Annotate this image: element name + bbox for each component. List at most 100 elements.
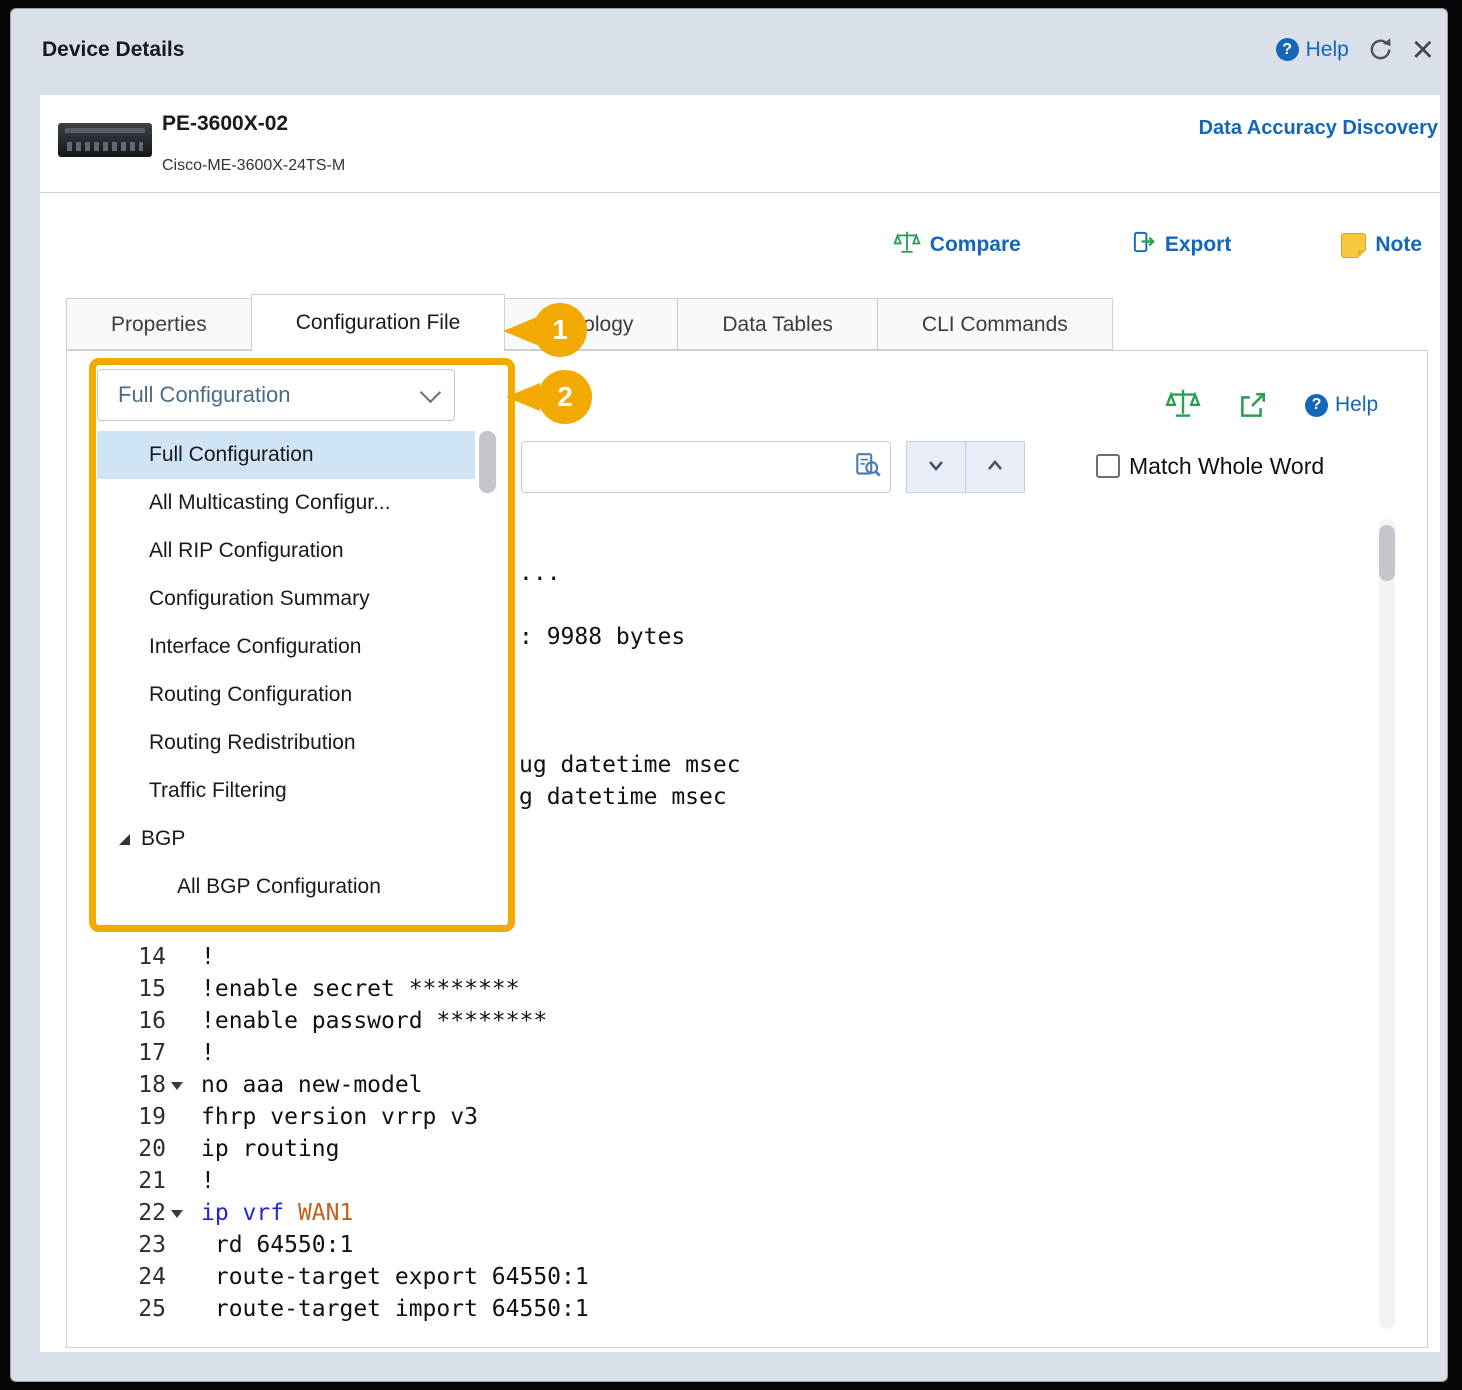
- find-in-page-icon[interactable]: [853, 451, 883, 481]
- fold-arrow-icon[interactable]: [168, 1197, 186, 1229]
- dropdown-option-label: All Multicasting Configur...: [149, 479, 391, 527]
- config-scope-dropdown[interactable]: Full Configuration: [97, 369, 455, 421]
- line-number: 24: [138, 1261, 166, 1293]
- dropdown-option[interactable]: Full Configuration: [97, 431, 475, 479]
- dropdown-option[interactable]: Configuration Summary: [97, 575, 475, 623]
- compare-button[interactable]: Compare: [893, 228, 1021, 262]
- dialog-title: Device Details: [42, 38, 184, 62]
- dropdown-option-label: Full Configuration: [149, 431, 314, 479]
- close-icon[interactable]: ×: [1412, 37, 1434, 63]
- code-text: ip routing: [196, 1133, 339, 1165]
- dropdown-scrollbar-thumb[interactable]: [479, 431, 496, 493]
- code-scrollbar-thumb[interactable]: [1379, 525, 1395, 581]
- line-number-gutter: 18: [96, 1069, 196, 1101]
- callout-step-1: 1: [533, 303, 587, 357]
- line-number-gutter: 23: [96, 1229, 196, 1261]
- tab-data-tables[interactable]: Data Tables: [677, 298, 878, 350]
- help-icon: ?: [1305, 394, 1328, 417]
- code-text: no aaa new-model: [196, 1069, 423, 1101]
- window-help-link[interactable]: ? Help: [1276, 38, 1349, 62]
- callout-tail: [503, 317, 537, 345]
- fold-arrow-icon[interactable]: [168, 1069, 186, 1101]
- refresh-icon[interactable]: [1367, 36, 1394, 63]
- fold-slot: [168, 1133, 186, 1165]
- dropdown-option-label: All BGP Configuration: [177, 863, 381, 911]
- dropdown-option[interactable]: All BGP Configuration: [97, 863, 475, 911]
- code-text: !: [196, 1037, 215, 1069]
- dropdown-option-label: Routing Configuration: [149, 671, 352, 719]
- panel-help-link[interactable]: ? Help: [1305, 393, 1378, 417]
- dropdown-option-label: All RIP Configuration: [149, 527, 344, 575]
- dropdown-option[interactable]: BGP: [97, 815, 475, 863]
- fold-slot: [168, 1165, 186, 1197]
- callout-tail: [506, 383, 540, 411]
- code-token: WAN1: [298, 1200, 353, 1226]
- find-prev-button[interactable]: [965, 441, 1025, 493]
- code-line: 24 route-target export 64550:1: [96, 1261, 1381, 1293]
- window-controls: ? Help ×: [1276, 36, 1434, 63]
- tab-configuration-file[interactable]: Configuration File: [251, 294, 506, 351]
- tab-properties[interactable]: Properties: [66, 298, 252, 350]
- note-button[interactable]: Note: [1341, 233, 1422, 258]
- code-line: 20 ip routing: [96, 1133, 1381, 1165]
- code-text: !: [196, 941, 215, 973]
- find-next-button[interactable]: [906, 441, 966, 493]
- line-number: 15: [138, 973, 166, 1005]
- match-whole-word-checkbox[interactable]: [1096, 454, 1120, 478]
- compare-scale-icon: [893, 228, 921, 262]
- code-line: 21!: [96, 1165, 1381, 1197]
- callout-number: 2: [538, 370, 592, 424]
- line-number: 21: [138, 1165, 166, 1197]
- callout-step-2: 2: [538, 370, 592, 424]
- line-number-gutter: 16: [96, 1005, 196, 1037]
- code-line: 23 rd 64550:1: [96, 1229, 1381, 1261]
- dropdown-option[interactable]: Traffic Filtering: [97, 767, 475, 815]
- tab-cli-commands[interactable]: CLI Commands: [877, 298, 1113, 350]
- callout-number: 1: [533, 303, 587, 357]
- compare-config-icon[interactable]: [1165, 385, 1201, 426]
- line-number: 20: [138, 1133, 166, 1165]
- dropdown-option[interactable]: Interface Configuration: [97, 623, 475, 671]
- line-number-gutter: 21: [96, 1165, 196, 1197]
- configuration-panel: ...: 9988 bytesug datetime msecg datetim…: [66, 350, 1428, 1348]
- dropdown-option-label: Traffic Filtering: [149, 767, 287, 815]
- code-scrollbar-track[interactable]: [1379, 519, 1395, 1329]
- chevron-down-icon: [420, 381, 441, 402]
- action-row: Compare Export Note: [893, 228, 1422, 262]
- code-line: 22ip vrf WAN1: [96, 1197, 1381, 1229]
- chevron-down-icon: [921, 450, 951, 485]
- line-number: 18: [138, 1069, 166, 1101]
- code-text: route-target import 64550:1: [196, 1293, 589, 1325]
- code-line: 18 no aaa new-model: [96, 1069, 1381, 1101]
- screen: Device Details ? Help × PE-3600X-02 Cisc…: [0, 0, 1462, 1390]
- code-line: 15!enable secret ********: [96, 973, 1381, 1005]
- code-line: 19fhrp version vrrp v3: [96, 1101, 1381, 1133]
- section-divider: [40, 192, 1440, 193]
- dropdown-option[interactable]: Routing Redistribution: [97, 719, 475, 767]
- code-line: 16!enable password ********: [96, 1005, 1381, 1037]
- line-number-gutter: 14: [96, 941, 196, 973]
- line-number-gutter: 19: [96, 1101, 196, 1133]
- line-number-gutter: 22: [96, 1197, 196, 1229]
- search-input[interactable]: [521, 441, 891, 493]
- dropdown-option[interactable]: All RIP Configuration: [97, 527, 475, 575]
- window-content: Device Details ? Help × PE-3600X-02 Cisc…: [10, 8, 1448, 1382]
- line-number-gutter: 17: [96, 1037, 196, 1069]
- line-number: 16: [138, 1005, 166, 1037]
- collapse-arrow-icon[interactable]: [119, 834, 130, 845]
- match-whole-word-label: Match Whole Word: [1129, 450, 1324, 482]
- dropdown-option[interactable]: All Multicasting Configur...: [97, 479, 475, 527]
- dropdown-option[interactable]: Routing Configuration: [97, 671, 475, 719]
- dropdown-selected-value: Full Configuration: [118, 382, 290, 408]
- code-text: route-target export 64550:1: [196, 1261, 589, 1293]
- code-text: rd 64550:1: [196, 1229, 353, 1261]
- device-details-card: PE-3600X-02 Cisco-ME-3600X-24TS-M Data A…: [40, 95, 1440, 1352]
- line-number-gutter: 24: [96, 1261, 196, 1293]
- open-in-new-icon[interactable]: [1237, 391, 1267, 426]
- export-button[interactable]: Export: [1131, 230, 1232, 261]
- tab-bar: PropertiesConfiguration FileTopologyData…: [66, 293, 1113, 350]
- window-help-label: Help: [1306, 38, 1349, 62]
- dropdown-option-label: BGP: [141, 815, 185, 863]
- data-accuracy-discovery-link[interactable]: Data Accuracy Discovery: [1199, 117, 1438, 140]
- line-number-gutter: 15: [96, 973, 196, 1005]
